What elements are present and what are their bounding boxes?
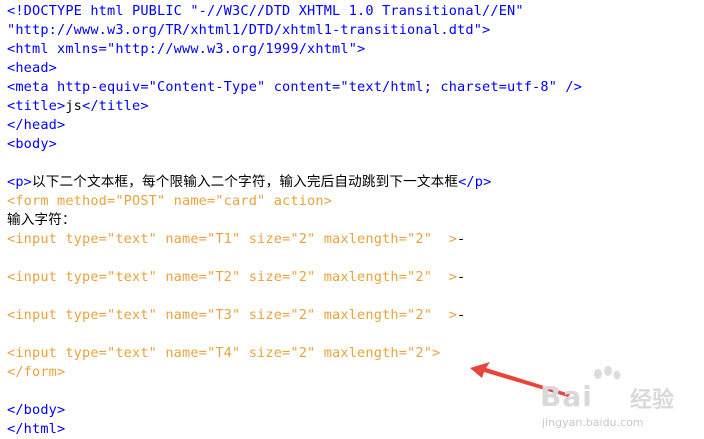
watermark-logo: Bai <box>540 380 593 413</box>
code-token: - <box>457 307 466 323</box>
code-token: </form> <box>7 364 66 380</box>
code-token: </head> <box>7 117 66 133</box>
code-line: <input type="text" name="T1" size="2" ma… <box>0 230 704 249</box>
code-line: <p>以下二个文本框，每个限输入二个字符，输入完后自动跳到下一文本框</p> <box>0 173 704 192</box>
code-line: <form method="POST" name="card" action> <box>0 192 704 211</box>
code-line: <input type="text" name="T4" size="2" ma… <box>0 344 704 363</box>
code-token: js <box>65 98 83 114</box>
code-token: <input type="text" name="T4" size="2" ma… <box>7 345 441 361</box>
code-line: <!DOCTYPE html PUBLIC "-//W3C//DTD XHTML… <box>0 2 704 21</box>
watermark-url: jingyan.baidu.com <box>542 416 644 429</box>
code-line: <meta http-equiv="Content-Type" content=… <box>0 78 704 97</box>
code-token: </body> <box>7 402 66 418</box>
code-line: "http://www.w3.org/TR/xhtml1/DTD/xhtml1-… <box>0 21 704 40</box>
code-token: <head> <box>7 60 58 76</box>
code-token: <input type="text" name="T3" size="2" ma… <box>7 307 458 323</box>
code-token: <input type="text" name="T1" size="2" ma… <box>7 231 458 247</box>
code-token: <meta http-equiv="Content-Type" content=… <box>7 79 583 95</box>
watermark-logo-suffix: 经验 <box>630 388 675 413</box>
code-token: 输入字符： <box>7 212 76 228</box>
code-line: </head> <box>0 116 704 135</box>
code-token: <input type="text" name="T2" size="2" ma… <box>7 269 458 285</box>
code-token: <html xmlns="http://www.w3.org/1999/xhtm… <box>7 41 366 57</box>
code-line: <input type="text" name="T2" size="2" ma… <box>0 268 704 287</box>
code-token: - <box>457 231 466 247</box>
code-token: </p> <box>458 174 492 190</box>
baidu-jingyan-watermark: Bai 经验 jingyan.baidu.com <box>538 366 704 435</box>
code-line: <title>js</title> <box>0 97 704 116</box>
code-token: <body> <box>7 136 58 152</box>
code-token: <form method="POST" name="card" action> <box>7 193 333 209</box>
code-line: <html xmlns="http://www.w3.org/1999/xhtm… <box>0 40 704 59</box>
code-token: <p> <box>7 174 33 190</box>
code-token: <!DOCTYPE html PUBLIC "-//W3C//DTD XHTML… <box>7 3 524 19</box>
code-line: <input type="text" name="T3" size="2" ma… <box>0 306 704 325</box>
code-line: <head> <box>0 59 704 78</box>
code-token: - <box>457 269 466 285</box>
code-token: "http://www.w3.org/TR/xhtml1/DTD/xhtml1-… <box>7 22 491 38</box>
code-line: 输入字符： <box>0 211 704 230</box>
code-token: 以下二个文本框，每个限输入二个字符，输入完后自动跳到下一文本框 <box>32 174 459 190</box>
code-token: </title> <box>82 98 149 114</box>
code-line: <body> <box>0 135 704 154</box>
code-token: <title> <box>7 98 66 114</box>
